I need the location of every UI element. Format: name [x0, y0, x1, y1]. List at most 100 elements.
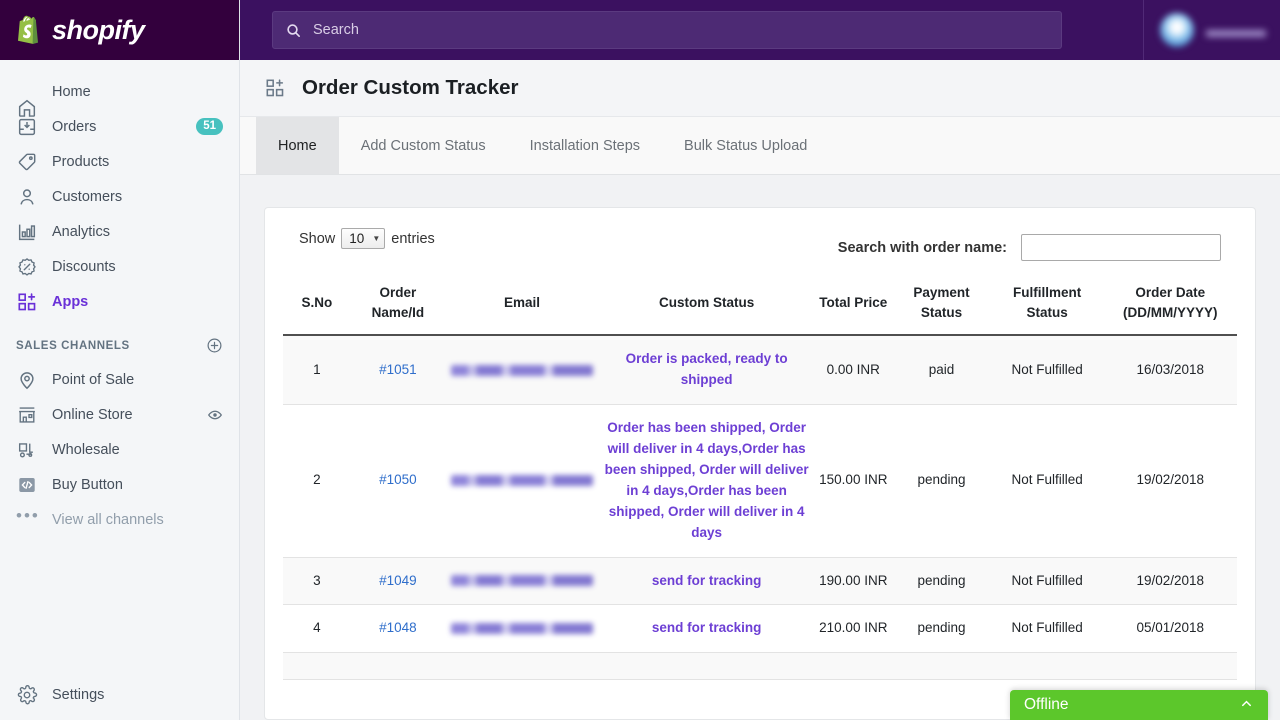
entries-per-page-select[interactable]: 10 ▼: [341, 228, 386, 249]
order-link[interactable]: #1050: [379, 472, 417, 487]
table-body: 1 #1051 Order is packed, ready to shippe…: [283, 335, 1237, 681]
cell-email: [445, 404, 599, 558]
column-header-total-price[interactable]: Total Price: [814, 277, 893, 337]
avatar: [1160, 13, 1194, 47]
cell-payment-status: pending: [892, 404, 991, 558]
sidebar-item-label: Wholesale: [52, 441, 120, 458]
table-header-row: S.No Order Name/Id Email Custom Status T…: [283, 277, 1237, 337]
shopify-admin-window: shopify Home Orders 51 Products Customer…: [0, 0, 1280, 720]
sidebar-item-online-store[interactable]: Online Store: [0, 397, 239, 432]
order-search-label: Search with order name:: [837, 239, 1007, 256]
email-redacted: [450, 623, 593, 635]
column-header-order-name[interactable]: Order Name/Id: [350, 277, 446, 337]
top-bar: Search: [240, 0, 1280, 60]
show-entries-control: Show 10 ▼ entries: [299, 228, 435, 249]
cell-total-price: 190.00 INR: [814, 557, 893, 606]
cell-payment-status: paid: [892, 335, 991, 405]
cell-email: [445, 557, 599, 606]
global-search-placeholder: Search: [313, 22, 359, 38]
sidebar-item-label: View all channels: [52, 511, 164, 528]
column-header-email[interactable]: Email: [445, 277, 599, 337]
cell-sno: 3: [283, 557, 351, 606]
order-link[interactable]: #1048: [379, 620, 417, 635]
cell-fulfillment-status: Not Fulfilled: [990, 557, 1104, 606]
sidebar-item-point-of-sale[interactable]: Point of Sale: [0, 362, 239, 397]
tab-bulk-status-upload[interactable]: Bulk Status Upload: [662, 117, 829, 174]
chevron-up-icon[interactable]: [1239, 696, 1254, 714]
tab-home[interactable]: Home: [256, 117, 339, 174]
cell-fulfillment-status: Not Fulfilled: [990, 404, 1104, 558]
bar-chart-icon: [16, 221, 38, 243]
brand-logo[interactable]: shopify: [0, 0, 239, 60]
eye-icon[interactable]: [207, 407, 223, 423]
cell-order-name: #1051: [350, 335, 446, 405]
tag-icon: [16, 151, 38, 173]
sidebar-item-analytics[interactable]: Analytics: [0, 214, 239, 249]
brand-name: shopify: [52, 14, 145, 45]
plus-circle-icon[interactable]: [206, 337, 223, 354]
table-controls: Show 10 ▼ entries Search with order name…: [283, 228, 1237, 261]
sidebar: shopify Home Orders 51 Products Customer…: [0, 0, 240, 720]
sidebar-item-home[interactable]: Home: [0, 74, 239, 117]
home-icon: [16, 81, 38, 117]
sidebar-item-label: Products: [52, 153, 110, 170]
sidebar-item-buy-button[interactable]: Buy Button: [0, 467, 239, 502]
cell-order-date: 16/03/2018: [1103, 335, 1237, 405]
sidebar-item-apps[interactable]: Apps: [0, 284, 239, 319]
column-header-fulfillment-status[interactable]: Fulfillment Status: [990, 277, 1104, 337]
order-search-control: Search with order name:: [838, 234, 1221, 261]
shopify-bag-icon: [14, 13, 48, 47]
sidebar-item-wholesale[interactable]: Wholesale: [0, 432, 239, 467]
sidebar-item-settings[interactable]: Settings: [0, 677, 239, 712]
sidebar-item-label: Home: [52, 83, 91, 100]
cell-order-name: #1048: [350, 604, 446, 654]
column-header-custom-status[interactable]: Custom Status: [598, 277, 815, 337]
cell-order-date: 19/02/2018: [1103, 557, 1237, 606]
cell-payment-status: pending: [892, 557, 991, 606]
sidebar-item-customers[interactable]: Customers: [0, 179, 239, 214]
order-link[interactable]: #1051: [379, 362, 417, 377]
main-region: Search Order Custom Tracker Home Add Cus…: [240, 0, 1280, 720]
order-search-input[interactable]: [1021, 234, 1221, 261]
cell-fulfillment-status: Not Fulfilled: [990, 604, 1104, 654]
apps-grid-icon: [16, 291, 38, 313]
tab-add-custom-status[interactable]: Add Custom Status: [339, 117, 508, 174]
cell-sno: 1: [283, 335, 351, 405]
global-search-input[interactable]: Search: [272, 11, 1062, 49]
custom-status-text: Order has been shipped, Order will deliv…: [604, 419, 809, 540]
chat-widget[interactable]: Offline: [1010, 690, 1268, 720]
column-header-payment-status[interactable]: Payment Status: [892, 277, 991, 337]
tab-installation-steps[interactable]: Installation Steps: [508, 117, 662, 174]
show-entries-prefix: Show: [299, 230, 336, 247]
sidebar-item-orders[interactable]: Orders 51: [0, 109, 239, 144]
sidebar-item-discounts[interactable]: Discounts: [0, 249, 239, 284]
sidebar-item-label: Apps: [52, 293, 89, 310]
orders-card: Show 10 ▼ entries Search with order name…: [264, 207, 1256, 720]
cell-order-name: #1050: [350, 404, 446, 558]
cell-partial: [283, 652, 1237, 681]
cell-fulfillment-status: Not Fulfilled: [990, 335, 1104, 405]
account-menu[interactable]: [1143, 0, 1280, 60]
sidebar-item-label: Buy Button: [52, 476, 123, 493]
column-header-order-date[interactable]: Order Date (DD/MM/YYYY): [1103, 277, 1237, 337]
cell-order-name: #1049: [350, 557, 446, 606]
sidebar-item-products[interactable]: Products: [0, 144, 239, 179]
cell-sno: 2: [283, 404, 351, 558]
location-pin-icon: [16, 369, 38, 391]
cell-custom-status: send for tracking: [598, 604, 815, 654]
table-row: 1 #1051 Order is packed, ready to shippe…: [283, 335, 1237, 405]
page-header: Order Custom Tracker: [240, 60, 1280, 117]
show-entries-suffix: entries: [391, 230, 435, 247]
order-link[interactable]: #1049: [379, 573, 417, 588]
storefront-icon: [16, 404, 38, 426]
tab-label: Home: [278, 137, 317, 154]
apps-grid-icon: [264, 77, 286, 99]
cell-sno: 4: [283, 604, 351, 654]
email-redacted: [450, 475, 593, 487]
column-header-sno[interactable]: S.No: [283, 277, 351, 337]
cell-custom-status: send for tracking: [598, 557, 815, 606]
orders-table: S.No Order Name/Id Email Custom Status T…: [283, 277, 1237, 681]
entries-per-page-value: 10: [349, 231, 365, 246]
tab-bar: Home Add Custom Status Installation Step…: [240, 117, 1280, 175]
sidebar-item-view-all-channels[interactable]: ••• View all channels: [0, 502, 239, 537]
